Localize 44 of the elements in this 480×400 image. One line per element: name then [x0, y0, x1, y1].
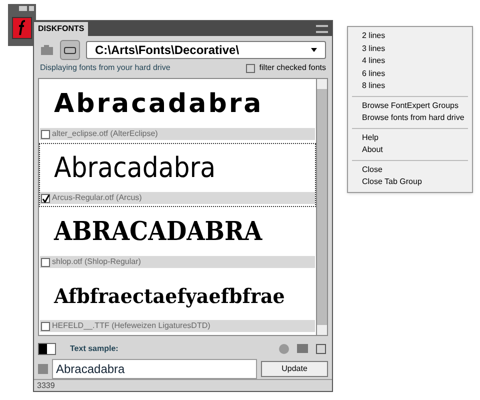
collapse-icon[interactable]	[19, 6, 27, 10]
font-file-row[interactable]: shlop.otf (Shlop-Regular)	[40, 256, 315, 268]
menu-item[interactable]: Close Tab Group	[348, 176, 472, 188]
font-file-name: shlop.otf (Shlop-Regular)	[52, 256, 141, 268]
menu-item[interactable]: About	[348, 144, 472, 156]
close-icon[interactable]	[29, 6, 34, 10]
font-file-name: HEFELD__.TTF (Hefeweizen LigaturesDTD)	[52, 320, 210, 332]
font-checkbox[interactable]	[41, 194, 50, 202]
menu-item[interactable]: 6 lines	[348, 68, 472, 80]
panel-menu-icon[interactable]	[316, 25, 328, 33]
menu-item[interactable]: Help	[348, 132, 472, 144]
app-icon[interactable]	[12, 17, 32, 39]
font-file-name: alter_eclipse.otf (AlterEclipse)	[52, 128, 158, 140]
font-file-row[interactable]: HEFELD__.TTF (Hefeweizen LigaturesDTD)	[40, 320, 315, 332]
update-button[interactable]: Update	[261, 361, 328, 377]
font-sample: ABRACADABRA	[54, 219, 262, 245]
filter-label: filter checked fonts	[259, 62, 326, 74]
filter-checkbox[interactable]	[246, 64, 256, 72]
font-sample: Abracadabra	[54, 91, 264, 117]
font-checkbox[interactable]	[41, 258, 50, 266]
scrollbar[interactable]	[316, 79, 327, 335]
font-checkbox[interactable]	[41, 130, 50, 138]
font-file-name: Arcus-Regular.otf (Arcus)	[52, 192, 142, 204]
font-sample: Abracadabra	[54, 154, 216, 182]
grid-icon[interactable]	[316, 344, 326, 354]
menu-item[interactable]: Browse FontExpert Groups	[348, 100, 472, 112]
sample-label: Text sample:	[70, 343, 118, 355]
menu-item[interactable]: Browse fonts from hard drive	[348, 112, 472, 124]
menu-item[interactable]: 2 lines	[348, 30, 472, 42]
font-file-row[interactable]: Arcus-Regular.otf (Arcus)	[40, 192, 315, 204]
panel-tab[interactable]: DISKFONTS	[34, 22, 88, 36]
info-text: Displaying fonts from your hard drive	[40, 62, 170, 74]
menu-item[interactable]: 4 lines	[348, 55, 472, 68]
path-dropdown[interactable]: C:\Arts\Fonts\Decorative\	[86, 41, 326, 59]
sample-input[interactable]: Abracadabra	[52, 359, 257, 379]
menu-item[interactable]: 8 lines	[348, 80, 472, 92]
hard-drive-button[interactable]	[60, 40, 80, 60]
status-count: 3339	[37, 380, 55, 392]
font-file-row[interactable]: alter_eclipse.otf (AlterEclipse)	[40, 128, 315, 140]
color-swatch[interactable]	[38, 343, 56, 355]
font-sample: Afbfraectaefyaefbfrae	[54, 286, 285, 306]
menu-item[interactable]: Close	[348, 164, 472, 176]
menu-item[interactable]: 3 lines	[348, 42, 472, 55]
font-checkbox[interactable]	[41, 322, 50, 330]
